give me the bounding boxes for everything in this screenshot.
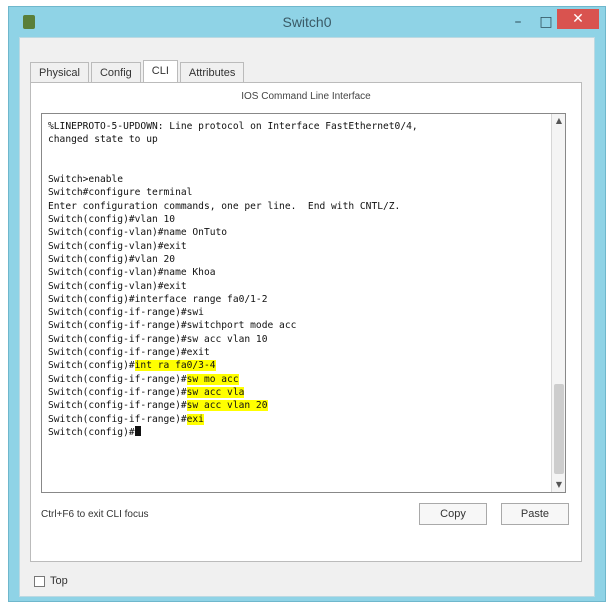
console-scrollbar[interactable]: ▲ ▼	[551, 114, 565, 492]
console-line: Switch(config)#interface range fa0/1-2	[48, 293, 545, 306]
console-line: Switch(config-vlan)#exit	[48, 280, 545, 293]
console-line: Switch(config-if-range)#sw mo acc	[48, 373, 545, 386]
title-bar[interactable]: Switch0 – □ ✕	[9, 7, 605, 37]
console-line-text: Switch(config-vlan)#name Khoa	[48, 267, 216, 279]
console-line-text: Switch(config-vlan)#exit	[48, 280, 187, 292]
scroll-up-arrow-icon[interactable]: ▲	[552, 114, 565, 128]
console-line-text: Switch(config)#	[48, 360, 135, 372]
highlighted-command: exi	[186, 413, 204, 425]
window-client-area: Physical Config CLI Attributes IOS Comma…	[19, 37, 595, 597]
console-line: Switch(config-if-range)#sw acc vlan 20	[48, 399, 545, 412]
tab-bar: Physical Config CLI Attributes	[30, 60, 246, 82]
top-option: Top	[34, 572, 68, 590]
highlighted-command: int ra fa0/3-4	[134, 360, 216, 372]
tab-physical[interactable]: Physical	[30, 62, 89, 82]
console-line-text: changed state to up	[48, 134, 158, 146]
text-cursor	[134, 425, 141, 436]
console-line: Switch(config-if-range)#exit	[48, 346, 545, 359]
console-line-text: Switch(config-if-range)#	[48, 400, 187, 412]
cli-panel: IOS Command Line Interface %LINEPROTO-5-…	[30, 82, 582, 562]
switch-window: Switch0 – □ ✕ Physical Config CLI Attrib…	[8, 6, 606, 602]
console-line: Switch(config-if-range)#sw acc vlan 10	[48, 333, 545, 346]
console-output: %LINEPROTO-5-UPDOWN: Line protocol on In…	[48, 120, 545, 439]
console-line-text: Switch(config)#vlan 20	[48, 253, 176, 265]
console-line-text: Switch(config-if-range)#swi	[48, 307, 204, 319]
scroll-thumb[interactable]	[554, 384, 564, 474]
console-line-text: Switch(config-vlan)#exit	[48, 240, 187, 252]
console-line-text: Switch(config-vlan)#name OnTuto	[48, 227, 228, 239]
cli-bottom-bar: Ctrl+F6 to exit CLI focus Copy Paste	[41, 501, 569, 529]
console-line-text: Enter configuration commands, one per li…	[48, 200, 401, 212]
console-line: Enter configuration commands, one per li…	[48, 200, 545, 213]
highlighted-command: sw mo acc	[186, 373, 239, 385]
console-line-text: Switch(config-if-range)#switchport mode …	[48, 320, 297, 332]
console-line-text: Switch>enable	[48, 174, 124, 186]
console-line: Switch(config)#int ra fa0/3-4	[48, 359, 545, 372]
console-line: Switch>enable	[48, 173, 545, 186]
console-line-text: Switch(config)#vlan 10	[48, 214, 176, 226]
console-line: Switch(config-if-range)#swi	[48, 306, 545, 319]
console-line: Switch(config)#vlan 10	[48, 213, 545, 226]
focus-hint: Ctrl+F6 to exit CLI focus	[41, 509, 149, 520]
console-line-text: Switch(config-if-range)#	[48, 386, 187, 398]
close-button[interactable]: ✕	[557, 9, 599, 29]
tab-attributes[interactable]: Attributes	[179, 62, 245, 82]
console-line: Switch(config)#	[48, 425, 545, 439]
console-line: Switch(config)#vlan 20	[48, 253, 545, 266]
console-line-text: Switch(config-if-range)#sw acc vlan 10	[48, 333, 268, 345]
console-line-text: %LINEPROTO-5-UPDOWN: Line protocol on In…	[48, 121, 418, 132]
panel-title: IOS Command Line Interface	[241, 91, 371, 102]
highlighted-command: sw acc vlan 20	[186, 400, 268, 412]
console-line-text: Switch(config)#	[48, 426, 135, 438]
console-line: changed state to up	[48, 133, 545, 146]
console-line-text: Switch(config-if-range)#	[48, 413, 187, 425]
console-line: Switch(config-vlan)#name OnTuto	[48, 226, 545, 239]
console-line: Switch(config-if-range)#switchport mode …	[48, 319, 545, 332]
console-line-text: Switch#configure terminal	[48, 187, 193, 199]
console-line: Switch(config-if-range)#sw acc vla	[48, 386, 545, 399]
scroll-down-arrow-icon[interactable]: ▼	[552, 478, 565, 492]
tab-config[interactable]: Config	[90, 62, 141, 82]
console-line: Switch(config-if-range)#exi	[48, 413, 545, 426]
cli-console[interactable]: %LINEPROTO-5-UPDOWN: Line protocol on In…	[41, 113, 566, 493]
highlighted-command: sw acc vla	[186, 386, 245, 398]
top-checkbox-label: Top	[50, 575, 68, 587]
console-line: Switch(config-vlan)#name Khoa	[48, 266, 545, 279]
console-line: %LINEPROTO-5-UPDOWN: Line protocol on In…	[48, 120, 545, 133]
paste-button[interactable]: Paste	[501, 503, 569, 525]
copy-button[interactable]: Copy	[419, 503, 487, 525]
console-line: Switch(config-vlan)#exit	[48, 240, 545, 253]
console-line-text: Switch(config-if-range)#	[48, 373, 187, 385]
top-checkbox[interactable]	[34, 575, 45, 587]
tab-cli[interactable]: CLI	[142, 60, 178, 82]
console-line-text: Switch(config)#interface range fa0/1-2	[48, 293, 268, 305]
console-line: Switch#configure terminal	[48, 186, 545, 199]
console-line-text: Switch(config-if-range)#exit	[48, 347, 210, 359]
